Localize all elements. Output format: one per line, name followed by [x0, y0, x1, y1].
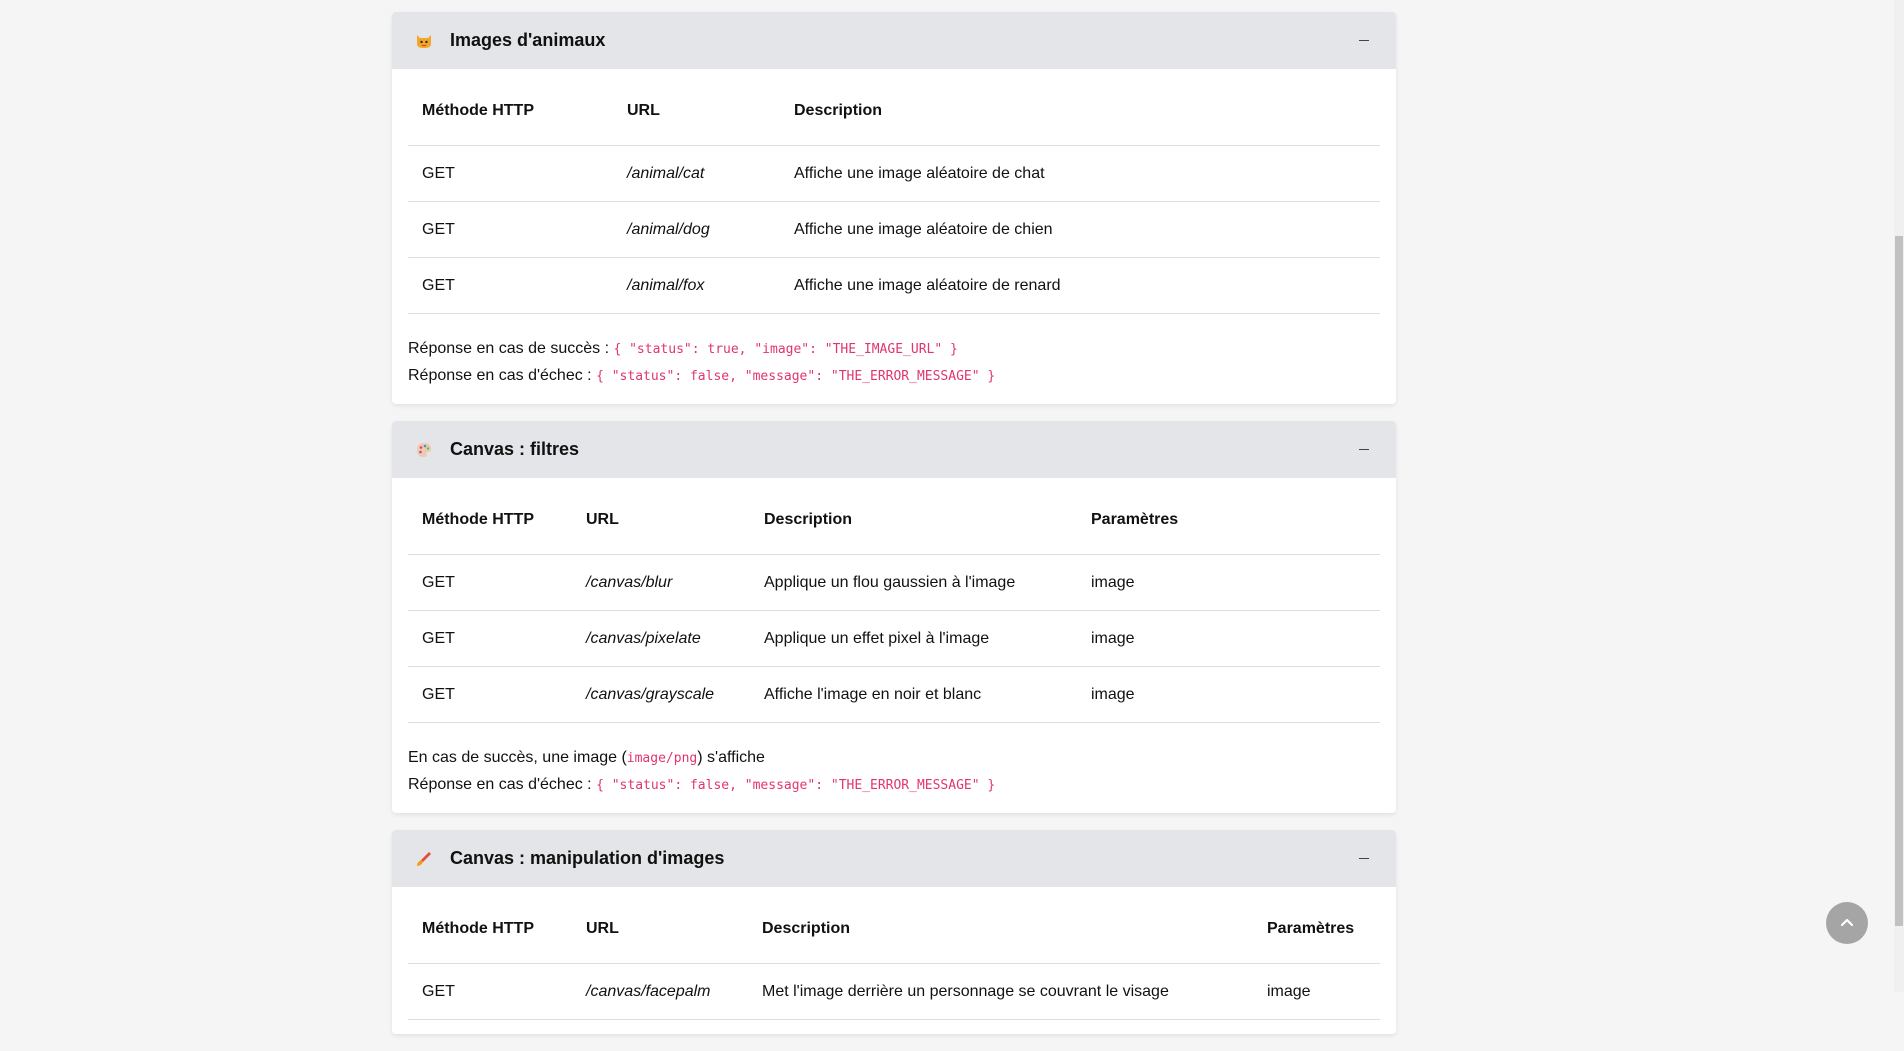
json-snippet: { "status": false, "message": "THE_ERROR… — [596, 369, 996, 384]
json-snippet: { "status": false, "message": "THE_ERROR… — [596, 778, 996, 793]
json-snippet: { "status": true, "image": "THE_IMAGE_UR… — [613, 342, 958, 357]
column-header: Méthode HTTP — [408, 486, 572, 555]
parameters-cell: image — [1077, 666, 1380, 723]
section-title: Images d'animaux — [450, 30, 606, 50]
description-cell: Applique un effet pixel à l'image — [750, 610, 1077, 667]
success-note: En cas de succès, une image (image/png) … — [408, 745, 1380, 772]
column-header: Méthode HTTP — [408, 895, 572, 964]
url-cell: /canvas/blur — [572, 554, 750, 611]
description-cell: Applique un flou gaussien à l'image — [750, 554, 1077, 611]
column-header: URL — [572, 895, 748, 964]
method-cell: GET — [408, 554, 572, 611]
url-cell: /animal/dog — [613, 201, 780, 258]
description-cell: Affiche une image aléatoire de chien — [780, 201, 1380, 258]
table-row: GET /canvas/grayscale Affiche l'image en… — [408, 666, 1380, 723]
description-cell: Affiche l'image en noir et blanc — [750, 666, 1077, 723]
table-row: GET /animal/dog Affiche une image aléato… — [408, 201, 1380, 258]
paintbrush-icon — [412, 847, 436, 871]
mime-type: image/png — [626, 751, 698, 766]
method-cell: GET — [408, 610, 572, 667]
table-row: GET /animal/fox Affiche une image aléato… — [408, 257, 1380, 314]
method-cell: GET — [408, 666, 572, 723]
note-text: Réponse en cas de succès : — [408, 340, 614, 357]
column-header: Paramètres — [1077, 486, 1380, 555]
column-header: Description — [748, 895, 1253, 964]
column-header: Paramètres — [1253, 895, 1380, 964]
description-cell: Affiche une image aléatoire de chat — [780, 145, 1380, 202]
table-row: GET /canvas/pixelate Applique un effet p… — [408, 610, 1380, 667]
parameters-cell: image — [1077, 610, 1380, 667]
table-header-row: Méthode HTTP URL Description Paramètres — [408, 895, 1380, 964]
error-note: Réponse en cas d'échec : { "status": fal… — [408, 363, 1380, 390]
api-docs-page: Images d'animaux Méthode HTTP URL Descri… — [392, 0, 1396, 1051]
table-row: GET /canvas/blur Applique un flou gaussi… — [408, 554, 1380, 611]
response-notes: Réponse en cas de succès : { "status": t… — [408, 314, 1380, 390]
endpoints-table: Méthode HTTP URL Description Paramètres … — [408, 895, 1380, 1020]
url-cell: /animal/fox — [613, 257, 780, 314]
column-header: Méthode HTTP — [408, 77, 613, 146]
scroll-to-top-button[interactable] — [1826, 902, 1868, 944]
column-header: URL — [572, 486, 750, 555]
table-header-row: Méthode HTTP URL Description — [408, 77, 1380, 146]
table-header-row: Méthode HTTP URL Description Paramètres — [408, 486, 1380, 555]
section-header[interactable]: Canvas : manipulation d'images — [392, 830, 1396, 887]
section-title: Canvas : manipulation d'images — [450, 848, 725, 868]
cat-face-icon — [412, 29, 436, 53]
section-header[interactable]: Images d'animaux — [392, 12, 1396, 69]
column-header: Description — [750, 486, 1077, 555]
endpoints-table: Méthode HTTP URL Description Paramètres … — [408, 486, 1380, 723]
response-notes: En cas de succès, une image (image/png) … — [408, 723, 1380, 799]
method-cell: GET — [408, 257, 613, 314]
chevron-up-icon — [1840, 918, 1854, 927]
error-note: Réponse en cas d'échec : { "status": fal… — [408, 772, 1380, 799]
column-header: URL — [613, 77, 780, 146]
scrollbar-track[interactable] — [1894, 0, 1904, 992]
section-title: Canvas : filtres — [450, 439, 580, 459]
scrollbar-thumb[interactable] — [1895, 236, 1903, 926]
collapse-button[interactable] — [1352, 29, 1376, 53]
note-text: Réponse en cas d'échec : — [408, 776, 597, 793]
table-row: GET /animal/cat Affiche une image aléato… — [408, 145, 1380, 202]
column-header: Description — [780, 77, 1380, 146]
url-cell: /canvas/grayscale — [572, 666, 750, 723]
success-note: Réponse en cas de succès : { "status": t… — [408, 336, 1380, 363]
palette-icon — [412, 438, 436, 462]
collapse-button[interactable] — [1352, 438, 1376, 462]
section-canvas-manipulation: Canvas : manipulation d'images Méthode H… — [392, 830, 1396, 1034]
note-text: En cas de succès, une image ( — [408, 749, 627, 766]
note-text: ) s'affiche — [697, 749, 765, 766]
minus-icon — [1359, 449, 1369, 450]
section-body: Méthode HTTP URL Description Paramètres … — [392, 478, 1396, 813]
minus-icon — [1359, 40, 1369, 41]
section-header[interactable]: Canvas : filtres — [392, 421, 1396, 478]
section-body: Méthode HTTP URL Description GET /animal… — [392, 69, 1396, 404]
parameters-cell: image — [1077, 554, 1380, 611]
section-canvas-filters: Canvas : filtres Méthode HTTP URL Descri… — [392, 421, 1396, 813]
description-cell: Affiche une image aléatoire de renard — [780, 257, 1380, 314]
endpoints-table: Méthode HTTP URL Description GET /animal… — [408, 77, 1380, 314]
collapse-button[interactable] — [1352, 847, 1376, 871]
url-cell: /animal/cat — [613, 145, 780, 202]
method-cell: GET — [408, 201, 613, 258]
note-text: Réponse en cas d'échec : — [408, 367, 597, 384]
section-body: Méthode HTTP URL Description Paramètres … — [392, 887, 1396, 1034]
method-cell: GET — [408, 145, 613, 202]
url-cell: /canvas/pixelate — [572, 610, 750, 667]
minus-icon — [1359, 858, 1369, 859]
section-animal-images: Images d'animaux Méthode HTTP URL Descri… — [392, 12, 1396, 404]
